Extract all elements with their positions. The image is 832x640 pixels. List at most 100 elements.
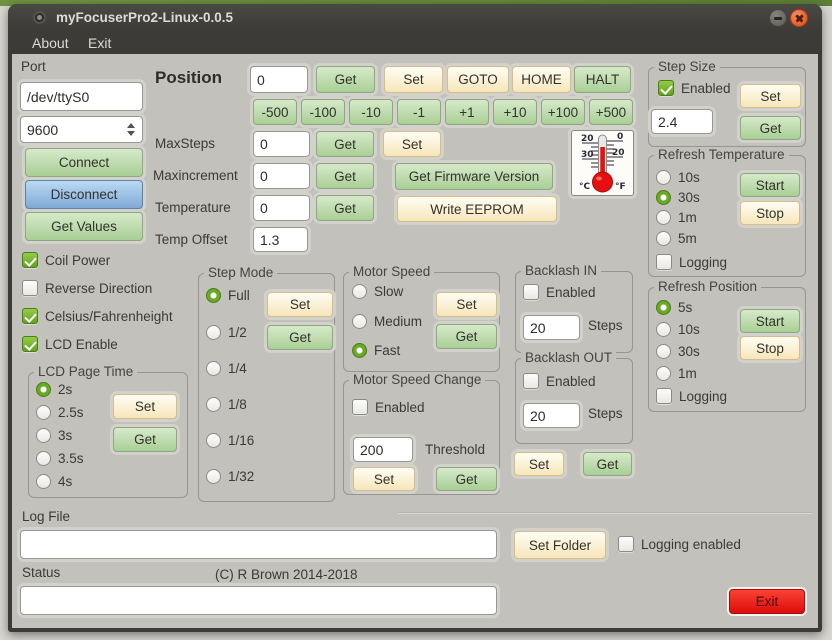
maxsteps-input[interactable] [253,131,310,157]
lcd-time-option-2-5s[interactable]: 2.5s [36,403,84,421]
refresh-temp-option-5m[interactable]: 5m [656,229,697,247]
backlash-out-enabled-checkbox[interactable]: Enabled [523,372,596,390]
step-size-get-button[interactable]: Get [740,116,801,140]
menu-about[interactable]: About [32,33,69,53]
spinner-arrows-icon[interactable] [127,123,136,136]
motor-speed-option-medium[interactable]: Medium [352,312,422,330]
motor-speed-option-slow[interactable]: Slow [352,282,403,300]
backlash-in-enabled-checkbox[interactable]: Enabled [523,283,596,301]
option-label: 1/8 [228,396,247,412]
step-size-input[interactable] [651,109,713,134]
goto-button[interactable]: GOTO [447,66,509,93]
logging-enabled-checkbox[interactable]: Logging enabled [618,535,741,553]
backlash-out-steps-input[interactable] [523,403,580,428]
position-input[interactable] [250,66,308,93]
step-plus-100-button[interactable]: +100 [541,99,585,125]
refresh-temp-logging-checkbox[interactable]: Logging [656,253,727,271]
radio-icon [656,321,671,337]
step-mode-option-1-4[interactable]: 1/4 [206,359,247,377]
port-device-input[interactable] [20,82,143,111]
step-mode-set-button[interactable]: Set [267,292,333,317]
position-set-button[interactable]: Set [384,66,443,93]
lcd-time-set-button[interactable]: Set [113,394,177,419]
radio-icon [206,432,221,448]
refresh-temp-start-button[interactable]: Start [740,173,800,197]
lcd-time-option-4s[interactable]: 4s [36,472,72,490]
step-plus-10-button[interactable]: +10 [493,99,537,125]
exit-button[interactable]: Exit [729,589,805,614]
option-label: 2.5s [58,404,84,420]
coil-power-checkbox[interactable]: Coil Power [22,251,110,269]
get-firmware-version-button[interactable]: Get Firmware Version [395,163,553,190]
step-plus-1-button[interactable]: +1 [445,99,489,125]
lcd-time-option-2s[interactable]: 2s [36,380,72,398]
status-input[interactable] [20,586,497,615]
motor-speed-option-fast[interactable]: Fast [352,341,400,359]
position-get-button[interactable]: Get [316,66,375,93]
step-mode-option-1-8[interactable]: 1/8 [206,395,247,413]
refresh-temp-option-1m[interactable]: 1m [656,208,697,226]
step-minus-100-button[interactable]: -100 [301,99,345,125]
step-minus-10-button[interactable]: -10 [349,99,393,125]
get-values-button[interactable]: Get Values [25,212,143,241]
lcd-time-option-3s[interactable]: 3s [36,426,72,444]
disconnect-button[interactable]: Disconnect [25,180,143,209]
refresh-pos-option-30s[interactable]: 30s [656,342,700,360]
maxincrement-get-button[interactable]: Get [316,163,374,189]
close-button[interactable] [790,9,808,27]
step-mode-get-button[interactable]: Get [267,325,333,350]
step-mode-option-1-2[interactable]: 1/2 [206,323,247,341]
menu-exit[interactable]: Exit [88,33,111,53]
motor-speed-set-button[interactable]: Set [436,292,497,317]
step-mode-option-1-16[interactable]: 1/16 [206,431,254,449]
radio-icon [352,283,367,299]
step-size-set-button[interactable]: Set [740,84,801,108]
step-mode-option-1-32[interactable]: 1/32 [206,467,254,485]
lcd-enable-checkbox[interactable]: LCD Enable [22,335,118,353]
refresh-pos-stop-button[interactable]: Stop [740,336,800,360]
maxsteps-set-button[interactable]: Set [383,131,441,157]
refresh-temp-stop-button[interactable]: Stop [740,201,800,225]
refresh-pos-option-10s[interactable]: 10s [656,320,700,338]
backlash-in-steps-input[interactable] [523,315,580,340]
backlash-set-button[interactable]: Set [514,452,564,476]
write-eeprom-button[interactable]: Write EEPROM [397,196,557,222]
baud-spinner[interactable]: 9600 [20,116,143,143]
minimize-button[interactable] [769,9,787,27]
log-file-input[interactable] [20,530,497,559]
motor-speed-get-button[interactable]: Get [436,324,497,349]
threshold-input[interactable] [353,437,413,462]
halt-button[interactable]: HALT [574,66,631,93]
refresh-temp-option-10s[interactable]: 10s [656,168,700,186]
backlash-get-button[interactable]: Get [583,452,632,476]
motor-speed-change-get-button[interactable]: Get [436,467,497,491]
lcd-time-option-3-5s[interactable]: 3.5s [36,449,84,467]
titlebar[interactable]: myFocuserPro2-Linux-0.0.5 [8,4,822,31]
step-size-enabled-checkbox[interactable]: Enabled [658,79,731,97]
step-minus-1-button[interactable]: -1 [397,99,441,125]
temperature-get-button[interactable]: Get [316,195,374,221]
reverse-direction-checkbox[interactable]: Reverse Direction [22,279,152,297]
motor-speed-change-set-button[interactable]: Set [353,467,415,491]
lcd-time-get-button[interactable]: Get [113,427,177,452]
maxsteps-get-button[interactable]: Get [316,131,374,157]
step-plus-500-button[interactable]: +500 [589,99,633,125]
connect-button[interactable]: Connect [25,148,143,177]
refresh-pos-start-button[interactable]: Start [740,309,800,333]
refresh-pos-option-5s[interactable]: 5s [656,298,692,316]
maxincrement-input[interactable] [253,163,310,189]
celsius-fahrenheight-checkbox[interactable]: Celsius/Fahrenheight [22,307,173,325]
home-button[interactable]: HOME [512,66,571,93]
temperature-input[interactable] [253,195,310,221]
radio-icon [36,404,51,420]
radio-icon [206,396,221,412]
temp-offset-input[interactable] [253,227,308,252]
refresh-pos-logging-checkbox[interactable]: Logging [656,387,727,405]
step-mode-option-full[interactable]: Full [206,286,250,304]
step-minus-500-button[interactable]: -500 [253,99,297,125]
refresh-temp-option-30s[interactable]: 30s [656,188,700,206]
radio-icon [36,381,51,397]
refresh-pos-option-1m[interactable]: 1m [656,364,697,382]
set-folder-button[interactable]: Set Folder [514,531,606,559]
motor-speed-change-enabled-checkbox[interactable]: Enabled [352,398,425,416]
